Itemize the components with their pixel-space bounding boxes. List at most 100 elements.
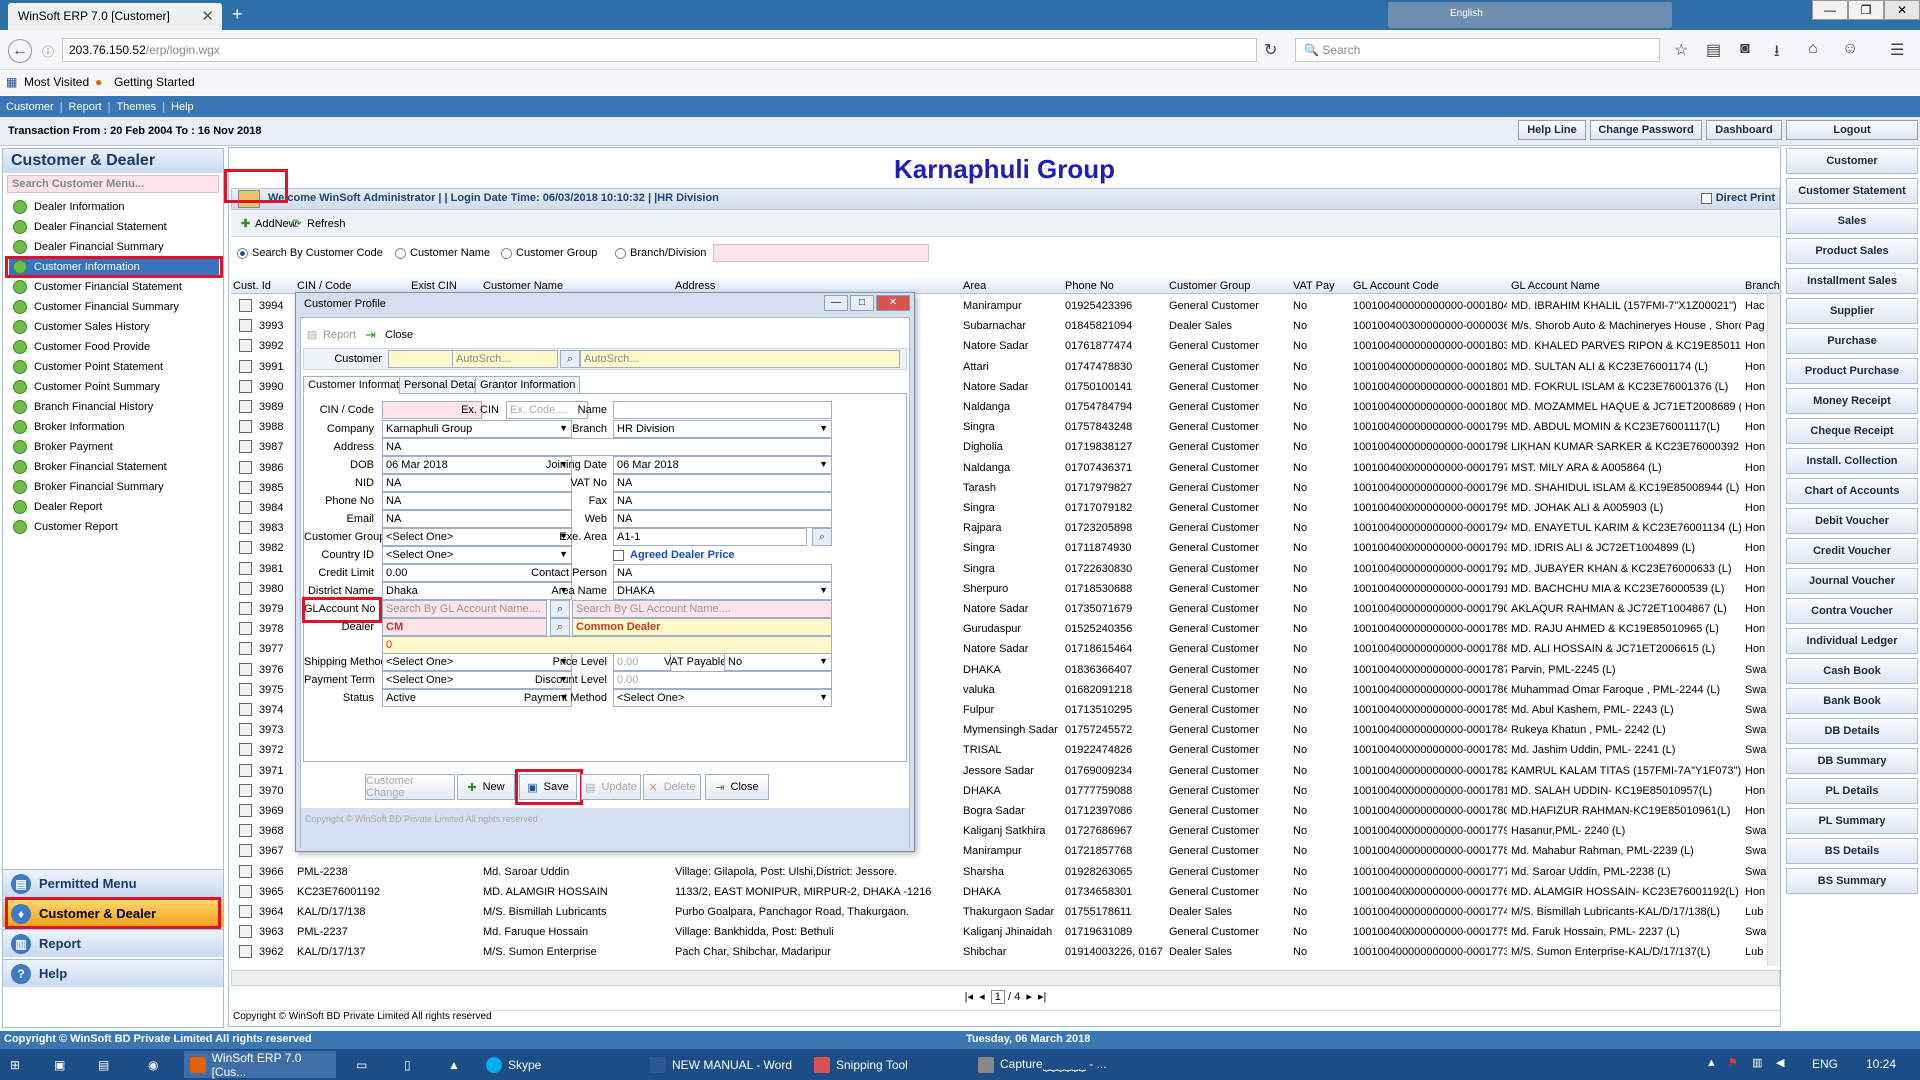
autosearch-input-2[interactable]: AutoSrch... (580, 350, 900, 368)
edit-icon[interactable] (239, 521, 252, 535)
edit-icon[interactable] (239, 804, 252, 817)
table-row[interactable]: 3966 PML-2238 Md. Saroar Uddin Village: Gil… (231, 862, 1780, 882)
area-select[interactable]: DHAKA ▼ (613, 582, 832, 600)
left-item-customer-food-provide[interactable]: Customer Food Provide (9, 337, 219, 357)
table-row[interactable]: 3965 KC23E76001192 MD. ALAMGIR HOSSAIN 1133… (231, 882, 1780, 902)
col-area[interactable]: Area (963, 280, 986, 292)
edit-icon[interactable] (239, 400, 252, 413)
edit-icon[interactable] (239, 763, 252, 777)
right-contra-voucher-button[interactable]: Contra Voucher (1786, 598, 1918, 624)
edit-icon[interactable] (239, 501, 252, 514)
back-icon[interactable]: ← (8, 39, 32, 63)
col-customer-group[interactable]: Customer Group (1169, 280, 1250, 292)
explorer-pin-icon[interactable]: ▣ (48, 1051, 78, 1078)
edit-icon[interactable] (239, 723, 252, 737)
left-item-dealer-financial-summary[interactable]: Dealer Financial Summary (9, 237, 219, 257)
table-row[interactable]: 3963 PML-2237 Md. Faruque Hossain Village: … (231, 922, 1780, 942)
dialog-minimize-icon[interactable]: — (824, 295, 848, 311)
radio-branch-division[interactable]: Branch/Division (615, 247, 706, 259)
edit-icon[interactable] (239, 925, 252, 939)
address-input[interactable]: NA (382, 438, 832, 456)
site-info-icon[interactable]: ⓘ (36, 39, 60, 63)
radio-customer-code[interactable]: Search By Customer Code (237, 247, 383, 259)
left-item-customer-point-summary[interactable]: Customer Point Summary (9, 377, 219, 397)
customer-menu-search[interactable]: Search Customer Menu... (7, 175, 219, 193)
autosearch-input-1[interactable]: AutoSrch... (452, 350, 558, 368)
fax-input[interactable]: NA (613, 492, 832, 510)
tray-language[interactable]: ENG (1812, 1057, 1838, 1071)
taskbar-snipping-tool[interactable]: Snipping Tool (808, 1051, 968, 1078)
browser-search-input[interactable]: 🔍 Search (1295, 38, 1660, 62)
left-item-dealer-financial-statement[interactable]: Dealer Financial Statement (9, 217, 219, 237)
left-item-broker-information[interactable]: Broker Information (9, 417, 219, 437)
last-page-icon[interactable]: ▸| (1038, 991, 1046, 1003)
agreed-dealer-price-checkbox[interactable] (613, 550, 624, 561)
dashboard-button[interactable]: Dashboard (1706, 120, 1782, 140)
right-install-collection-button[interactable]: Install. Collection (1786, 448, 1918, 474)
branch-select[interactable]: HR Division ▼ (613, 420, 832, 438)
right-debit-voucher-button[interactable]: Debit Voucher (1786, 508, 1918, 534)
pocket-icon[interactable]: ◙ (1740, 40, 1750, 58)
right-pl-details-button[interactable]: PL Details (1786, 778, 1918, 804)
section-permitted-menu[interactable]: ▤ Permitted Menu (3, 869, 223, 897)
country-select[interactable]: <Select One> ▼ (382, 546, 572, 564)
new-button[interactable]: ✚ New (457, 774, 515, 800)
home-icon[interactable]: ⌂ (1808, 40, 1818, 58)
right-db-summary-button[interactable]: DB Summary (1786, 748, 1918, 774)
right-bs-summary-button[interactable]: BS Summary (1786, 868, 1918, 894)
glaccount-name-search-input[interactable]: Search By GL Account Name.... (572, 600, 832, 618)
url-bar[interactable]: 203.76.150.52/erp/login.wgx (62, 38, 1257, 62)
horizontal-scrollbar[interactable] (231, 970, 1780, 986)
right-cheque-receipt-button[interactable]: Cheque Receipt (1786, 418, 1918, 444)
left-item-broker-financial-statement[interactable]: Broker Financial Statement (9, 457, 219, 477)
next-page-icon[interactable]: ▸ (1026, 991, 1032, 1003)
download-icon[interactable]: ⭳ (1774, 40, 1780, 67)
taskbar-capture[interactable]: Capture⏟⏟⏟⏟⏟⏟ - ... (972, 1051, 1132, 1078)
col-gl-code[interactable]: GL Account Code (1353, 280, 1439, 292)
radio-customer-name[interactable]: Customer Name (395, 247, 490, 259)
right-credit-voucher-button[interactable]: Credit Voucher (1786, 538, 1918, 564)
right-bs-details-button[interactable]: BS Details (1786, 838, 1918, 864)
left-item-branch-financial-history[interactable]: Branch Financial History (9, 397, 219, 417)
menu-report[interactable]: Report (69, 101, 102, 113)
edit-icon[interactable] (239, 864, 252, 878)
left-item-broker-payment[interactable]: Broker Payment (9, 437, 219, 457)
browser-tab[interactable]: WinSoft ERP 7.0 [Customer] ✕ (8, 3, 222, 30)
customer-change-button[interactable]: Customer Change (365, 774, 455, 800)
tray-volume-icon[interactable]: ◀ (1776, 1056, 1784, 1069)
customer-search-input[interactable] (713, 244, 929, 262)
radio-customer-group[interactable]: Customer Group (501, 247, 597, 259)
edit-icon[interactable] (239, 662, 252, 676)
page-number-input[interactable]: 1 (990, 990, 1005, 1004)
section-help[interactable]: ? Help (3, 959, 223, 987)
left-item-customer-report[interactable]: Customer Report (9, 517, 219, 537)
edit-icon[interactable] (239, 682, 252, 696)
app-pin-icon[interactable]: ▤ (92, 1051, 122, 1078)
bookmark-getting-started[interactable]: Getting Started (114, 75, 195, 89)
edit-icon[interactable] (239, 359, 252, 373)
edit-icon[interactable] (239, 642, 252, 656)
first-page-icon[interactable]: |◂ (965, 991, 973, 1003)
right-journal-voucher-button[interactable]: Journal Voucher (1786, 568, 1918, 594)
right-customer-statement-button[interactable]: Customer Statement (1786, 178, 1918, 204)
edit-icon[interactable] (239, 299, 252, 312)
left-item-customer-financial-summary[interactable]: Customer Financial Summary (9, 297, 219, 317)
joining-date-picker[interactable]: 06 Mar 2018 ▼ (613, 456, 832, 474)
chat-icon[interactable]: ☺ (1842, 40, 1858, 58)
edit-icon[interactable] (239, 561, 252, 575)
edit-icon[interactable] (239, 844, 252, 858)
edit-icon[interactable] (239, 703, 252, 716)
edit-icon[interactable] (239, 602, 252, 615)
start-icon[interactable]: ⊞ (4, 1051, 40, 1078)
menu-icon[interactable]: ☰ (1890, 40, 1904, 60)
dealer-balance-input[interactable]: 0 (382, 636, 832, 654)
right-money-receipt-button[interactable]: Money Receipt (1786, 388, 1918, 414)
help-line-button[interactable]: Help Line (1518, 120, 1586, 140)
right-chart-of-accounts-button[interactable]: Chart of Accounts (1786, 478, 1918, 504)
search-icon[interactable]: ⌕ (550, 600, 570, 618)
right-cash-book-button[interactable]: Cash Book (1786, 658, 1918, 684)
restore-icon[interactable]: ❐ (1848, 0, 1884, 20)
acrobat-pin-icon[interactable]: ▲ (442, 1051, 472, 1078)
web-input[interactable]: NA (613, 510, 832, 528)
left-item-dealer-information[interactable]: Dealer Information (9, 197, 219, 217)
